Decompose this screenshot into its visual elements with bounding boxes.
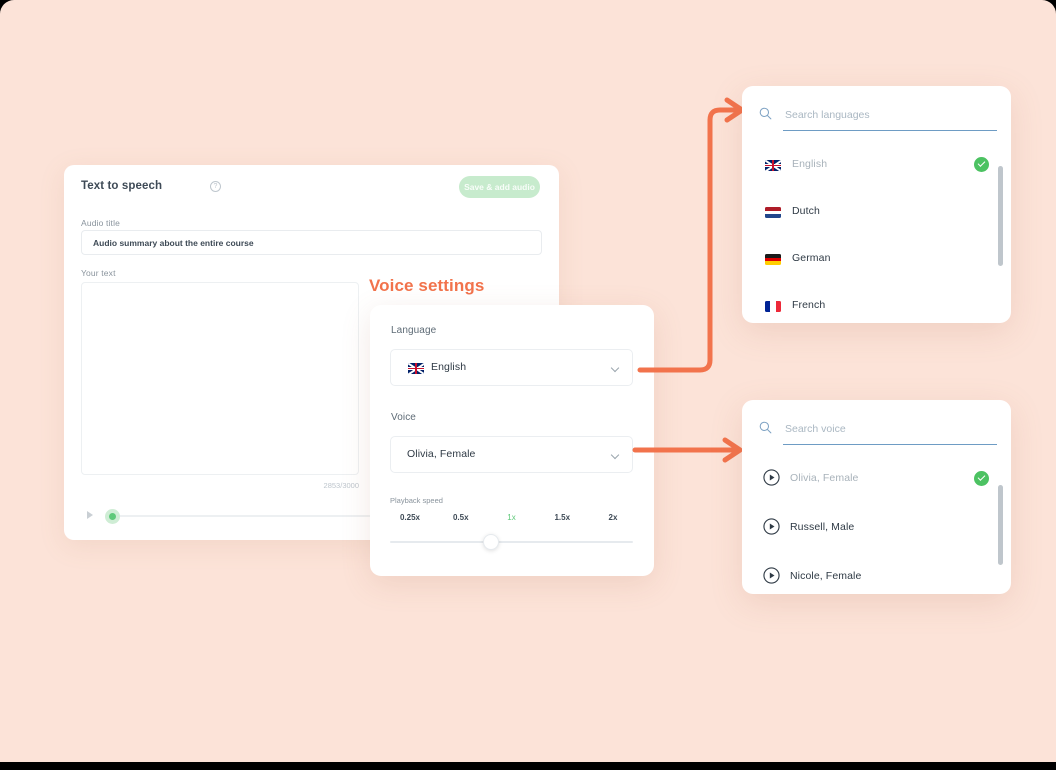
flag-de-icon bbox=[765, 254, 781, 265]
flag-uk-icon bbox=[765, 160, 781, 171]
chevron-down-icon bbox=[610, 450, 620, 460]
save-and-add-audio-button[interactable]: Save & add audio bbox=[459, 176, 540, 198]
search-icon bbox=[759, 107, 772, 120]
your-text-textarea[interactable] bbox=[81, 282, 359, 475]
language-option-row[interactable]: German bbox=[742, 238, 1011, 285]
flag-nl-icon bbox=[765, 207, 781, 218]
card-header: Text to speech ? Save & add audio bbox=[64, 165, 559, 213]
play-circle-icon[interactable] bbox=[763, 518, 780, 535]
your-text-label: Your text bbox=[81, 268, 116, 278]
language-select[interactable]: English bbox=[390, 349, 633, 386]
voice-dropdown-panel: Olivia, Female Russell, Male Nicole, Femal… bbox=[742, 400, 1011, 594]
language-option-row[interactable]: French bbox=[742, 285, 1011, 323]
speed-option-2x[interactable]: 2x bbox=[593, 513, 633, 522]
voice-option-row[interactable]: Olivia, Female bbox=[742, 458, 1011, 505]
voice-select-value: Olivia, Female bbox=[407, 448, 476, 460]
language-option-label: Dutch bbox=[792, 205, 820, 217]
flag-fr-icon bbox=[765, 301, 781, 312]
speed-option-1-5x[interactable]: 1.5x bbox=[542, 513, 582, 522]
voice-search-input[interactable] bbox=[783, 418, 997, 445]
play-circle-icon[interactable] bbox=[763, 567, 780, 584]
language-label: Language bbox=[391, 325, 437, 336]
language-option-label: German bbox=[792, 252, 831, 264]
language-search-input[interactable] bbox=[783, 104, 997, 131]
voice-option-label: Olivia, Female bbox=[790, 472, 859, 484]
playback-speed-label: Playback speed bbox=[390, 496, 443, 505]
search-icon bbox=[759, 421, 772, 434]
voice-option-label: Russell, Male bbox=[790, 521, 855, 533]
check-icon bbox=[974, 471, 989, 486]
playback-speed-ticks: 0.25x 0.5x 1x 1.5x 2x bbox=[390, 513, 633, 527]
language-option-row[interactable]: Dutch bbox=[742, 191, 1011, 238]
voice-panel-scrollbar[interactable] bbox=[998, 485, 1003, 565]
playback-speed-knob[interactable] bbox=[483, 534, 499, 550]
language-search-row bbox=[756, 104, 997, 134]
bottom-strip bbox=[0, 762, 1056, 770]
language-panel-scrollbar[interactable] bbox=[998, 166, 1003, 266]
audio-title-input[interactable] bbox=[81, 230, 542, 255]
chevron-down-icon bbox=[610, 363, 620, 373]
player-progress-knob[interactable] bbox=[109, 513, 116, 520]
play-circle-icon[interactable] bbox=[763, 469, 780, 486]
app-background: Text to speech ? Save & add audio Audio … bbox=[0, 0, 1056, 762]
voice-option-row[interactable]: Nicole, Female bbox=[742, 556, 1011, 594]
help-circle-icon[interactable]: ? bbox=[210, 181, 221, 192]
voice-settings-card: Language English Voice Olivia, Female Pl… bbox=[370, 305, 654, 576]
speed-option-1x[interactable]: 1x bbox=[492, 513, 532, 522]
speed-option-0-5x[interactable]: 0.5x bbox=[441, 513, 481, 522]
voice-option-row[interactable]: Russell, Male bbox=[742, 507, 1011, 554]
language-select-value: English bbox=[431, 361, 467, 373]
language-option-label: French bbox=[792, 299, 826, 311]
audio-title-label: Audio title bbox=[81, 218, 120, 228]
voice-label: Voice bbox=[391, 412, 416, 423]
voice-select[interactable]: Olivia, Female bbox=[390, 436, 633, 473]
playback-speed-track[interactable] bbox=[390, 541, 633, 543]
language-option-row[interactable]: English bbox=[742, 144, 1011, 191]
flag-uk-icon bbox=[408, 363, 424, 374]
play-icon[interactable] bbox=[87, 511, 93, 519]
voice-settings-heading: Voice settings bbox=[369, 276, 485, 295]
voice-option-label: Nicole, Female bbox=[790, 570, 862, 582]
check-icon bbox=[974, 157, 989, 172]
character-counter: 2853/3000 bbox=[323, 481, 359, 490]
language-option-label: English bbox=[792, 158, 828, 170]
language-dropdown-panel: English Dutch German French bbox=[742, 86, 1011, 323]
voice-search-row bbox=[756, 418, 997, 448]
speed-option-0-25x[interactable]: 0.25x bbox=[390, 513, 430, 522]
page-title: Text to speech bbox=[81, 180, 163, 192]
